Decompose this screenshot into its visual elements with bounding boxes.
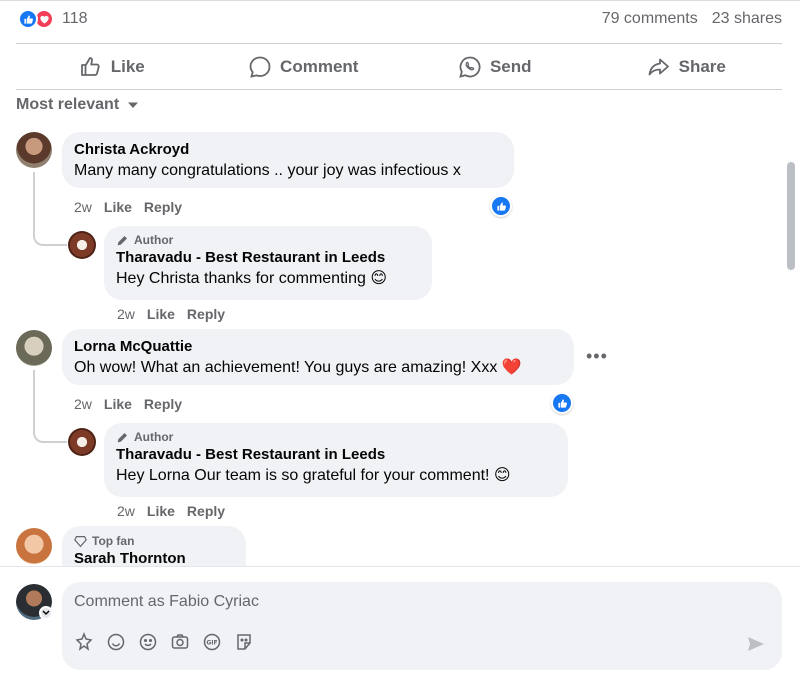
- badge-label: Author: [134, 430, 174, 444]
- whatsapp-icon: [459, 56, 481, 78]
- reply-reply-button[interactable]: Reply: [187, 503, 225, 519]
- share-arrow-icon: [648, 58, 669, 76]
- author-badge: Author: [116, 429, 556, 445]
- reply-text: Hey Christa thanks for commenting 😊: [116, 270, 387, 287]
- thumbs-up-icon: [496, 201, 506, 211]
- avatar[interactable]: [16, 330, 52, 366]
- reply-time[interactable]: 2w: [117, 306, 135, 322]
- comment-like-button[interactable]: Like: [104, 396, 132, 412]
- reply-author[interactable]: Tharavadu - Best Restaurant in Leeds: [116, 445, 556, 465]
- composer-toolbar: GIF: [74, 632, 254, 652]
- reply-meta: 2w Like Reply: [117, 503, 225, 519]
- reply-meta: 2w Like Reply: [117, 306, 225, 322]
- comment-clip: Top fan Sarah Thornton: [0, 520, 800, 566]
- thumbs-up-icon: [557, 398, 567, 408]
- comment-meta: 2w Like Reply: [74, 199, 182, 215]
- avatar[interactable]: [68, 231, 96, 259]
- send-button[interactable]: Send: [399, 45, 591, 89]
- like-reaction-icon: [18, 9, 38, 29]
- avatar-sticker-icon[interactable]: [74, 632, 94, 652]
- avatar[interactable]: [16, 132, 52, 168]
- chevron-down-icon[interactable]: [39, 606, 53, 620]
- sticker-icon[interactable]: [106, 632, 126, 652]
- comment-reply-button[interactable]: Reply: [144, 199, 182, 215]
- comment-meta: 2w Like Reply: [74, 396, 182, 412]
- comment-text: Many many congratulations .. your joy wa…: [74, 162, 461, 179]
- reply-thread-line: [33, 172, 67, 246]
- pencil-icon: [117, 235, 127, 245]
- comment-button[interactable]: Comment: [208, 45, 400, 89]
- send-comment-button[interactable]: [746, 634, 766, 659]
- reply-bubble: Author Tharavadu - Best Restaurant in Le…: [104, 226, 432, 300]
- reply-like-button[interactable]: Like: [147, 503, 175, 519]
- reaction-count[interactable]: 118: [62, 10, 88, 28]
- share-label: Share: [678, 57, 726, 76]
- reply-bubble: Author Tharavadu - Best Restaurant in Le…: [104, 423, 568, 497]
- divider: [16, 89, 782, 90]
- comment-label: Comment: [280, 57, 359, 76]
- author-badge: Author: [116, 232, 420, 248]
- comment-reaction-badge[interactable]: [490, 195, 512, 217]
- scrollbar-thumb[interactable]: [787, 162, 795, 270]
- comment-author[interactable]: Christa Ackroyd: [74, 140, 502, 160]
- top-fan-badge: Top fan: [74, 533, 234, 549]
- comment-bubble-icon: [249, 56, 271, 78]
- send-label: Send: [489, 57, 532, 76]
- comment-time[interactable]: 2w: [74, 396, 92, 412]
- shares-count[interactable]: 23 shares: [712, 10, 782, 28]
- caret-down-icon: [128, 102, 139, 108]
- pencil-icon: [117, 432, 127, 442]
- divider: [16, 43, 782, 44]
- comment-like-button[interactable]: Like: [104, 199, 132, 215]
- thumbs-up-icon: [80, 57, 100, 76]
- sticker-peel-icon[interactable]: [234, 632, 254, 652]
- like-button[interactable]: Like: [16, 45, 208, 89]
- like-label: Like: [110, 57, 145, 76]
- top-border: [0, 0, 800, 1]
- comment-reply-button[interactable]: Reply: [144, 396, 182, 412]
- comment-bubble: Lorna McQuattie Oh wow! What an achievem…: [62, 329, 574, 385]
- comment-reaction-badge[interactable]: [551, 392, 573, 414]
- more-options-button[interactable]: •••: [586, 346, 608, 367]
- reply-time[interactable]: 2w: [117, 503, 135, 519]
- reply-like-button[interactable]: Like: [147, 306, 175, 322]
- sort-dropdown[interactable]: Most relevant: [16, 96, 139, 114]
- badge-label: Top fan: [92, 534, 135, 548]
- comment-bubble: Top fan Sarah Thornton: [62, 526, 246, 566]
- reaction-icons[interactable]: [18, 9, 54, 29]
- comment-author[interactable]: Sarah Thornton: [74, 549, 234, 566]
- sort-label: Most relevant: [16, 96, 120, 113]
- comment-text: Oh wow! What an achievement! You guys ar…: [74, 359, 522, 376]
- comment-input[interactable]: Comment as Fabio Cyriac: [74, 593, 259, 611]
- comment-composer[interactable]: Comment as Fabio Cyriac GIF: [62, 582, 782, 670]
- reaction-summary: 118 79 comments 23 shares: [18, 6, 782, 32]
- comments-count[interactable]: 79 comments: [602, 10, 698, 28]
- comment-bubble: Christa Ackroyd Many many congratulation…: [62, 132, 514, 188]
- reply-text: Hey Lorna Our team is so grateful for yo…: [116, 467, 511, 484]
- badge-label: Author: [134, 233, 174, 247]
- avatar[interactable]: [68, 428, 96, 456]
- comment-author[interactable]: Lorna McQuattie: [74, 337, 562, 357]
- svg-text:GIF: GIF: [206, 640, 217, 647]
- gif-icon[interactable]: GIF: [202, 632, 222, 652]
- reply-thread-line: [33, 370, 67, 443]
- reply-author[interactable]: Tharavadu - Best Restaurant in Leeds: [116, 248, 420, 268]
- camera-icon[interactable]: [170, 632, 190, 652]
- diamond-icon: [74, 535, 87, 547]
- send-icon: [748, 637, 764, 651]
- share-button[interactable]: Share: [591, 45, 783, 89]
- composer-divider: [0, 566, 800, 567]
- comment-time[interactable]: 2w: [74, 199, 92, 215]
- reply-reply-button[interactable]: Reply: [187, 306, 225, 322]
- action-bar: Like Comment Send Share: [16, 45, 782, 89]
- emoji-icon[interactable]: [138, 632, 158, 652]
